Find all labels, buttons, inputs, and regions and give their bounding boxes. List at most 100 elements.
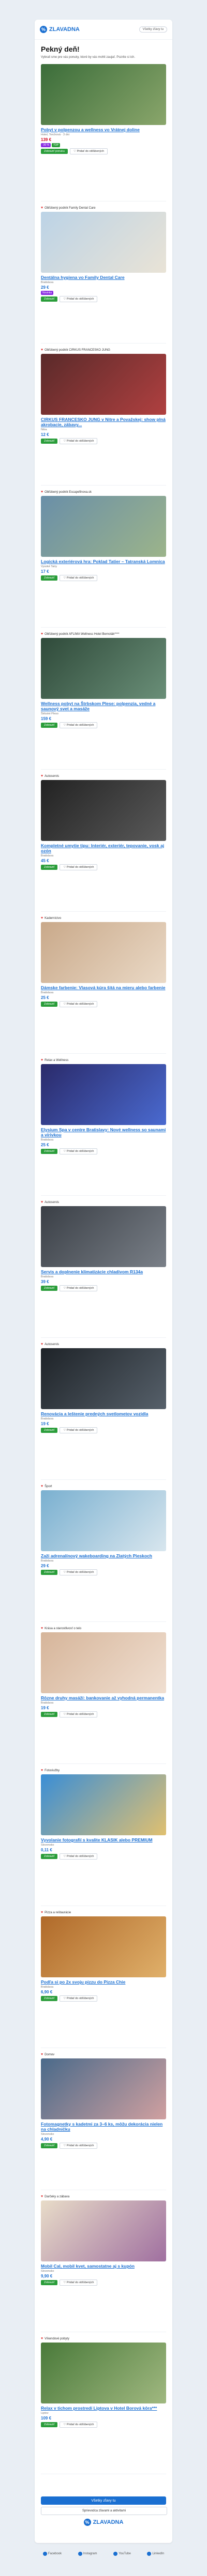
offer-actions: Zobraziť ♡ Pridať do obľúbených <box>41 575 166 582</box>
view-offer-button[interactable]: Zobraziť <box>41 439 58 444</box>
guide-button[interactable]: Sprievodca zľavami a aktivitami <box>41 2507 167 2515</box>
view-offer-button[interactable]: Zobraziť <box>41 575 58 581</box>
offer-title-link[interactable]: Fotomagnetky s kadetmi za 3–6 ks, môžu d… <box>41 2121 166 2132</box>
add-favorite-button[interactable]: ♡ Pridať do obľúbených <box>60 1285 98 1292</box>
view-offer-button[interactable]: Zobraziť <box>41 1286 58 1291</box>
offer-price: 19 € <box>41 1422 49 1427</box>
social-label: Facebook <box>48 2552 62 2555</box>
add-favorite-button[interactable]: ♡ Pridať do obľúbených <box>60 722 98 729</box>
view-offer-button[interactable]: Zobraziť <box>41 865 58 870</box>
offer-partner-label: Obľúbený podnik Family Dental Care <box>45 206 96 210</box>
offer-image[interactable] <box>41 2058 166 2119</box>
offer-item: ♥ Autoservis Renovácia a leštenie predných… <box>41 1342 166 1434</box>
offer-image[interactable] <box>41 1632 166 1693</box>
offer-partner: ♥ Autoservis <box>41 1342 166 1346</box>
add-favorite-button[interactable]: ♡ Pridať do obľúbených <box>60 1995 98 2002</box>
offer-meta: Bratislava <box>41 281 54 285</box>
view-offer-button[interactable]: Zobraziť <box>41 296 58 302</box>
offer-actions: Zobraziť ♡ Pridať do obľúbených <box>41 2280 166 2286</box>
offer-image[interactable] <box>41 638 166 699</box>
all-deals-header-button[interactable]: Všetky zľavy tu <box>139 26 167 33</box>
social-link[interactable]: YouTube <box>113 2552 131 2556</box>
view-offer-button[interactable]: Zobraziť ponuku <box>41 149 68 154</box>
add-favorite-button[interactable]: ♡ Pridať do obľúbených <box>60 2143 98 2149</box>
view-offer-button[interactable]: Zobraziť <box>41 1149 58 1154</box>
add-favorite-button[interactable]: ♡ Pridať do obľúbených <box>60 1001 98 1008</box>
add-favorite-button[interactable]: ♡ Pridať do obľúbených <box>60 1569 98 1576</box>
view-offer-button[interactable]: Zobraziť <box>41 2280 58 2286</box>
add-favorite-button[interactable]: ♡ Pridať do obľúbených <box>60 575 98 582</box>
offer-title-link[interactable]: Renovácia a leštenie predných svetlometo… <box>41 1411 166 1416</box>
offer-image[interactable] <box>41 496 166 557</box>
all-deals-button[interactable]: Všetky zľavy tu <box>41 2496 166 2505</box>
offer-actions: Zobraziť ♡ Pridať do obľúbených <box>41 722 166 729</box>
offer-image[interactable] <box>41 1064 166 1125</box>
social-link[interactable]: LinkedIn <box>147 2552 164 2556</box>
offer-image[interactable] <box>41 780 166 841</box>
footer-logo-text: ZLAVADNA <box>93 2519 124 2525</box>
add-favorite-button[interactable]: ♡ Pridať do obľúbených <box>60 296 98 303</box>
offer-title-link[interactable]: Zaži adrenalínový wakeboarding na Zlatýc… <box>41 1553 166 1558</box>
footer-logo[interactable]: % ZLAVADNA <box>35 2519 172 2526</box>
offer-title-link[interactable]: Relax v tichom prostredí Liptova v Hotel… <box>41 2406 166 2411</box>
offer-actions: Zobraziť ♡ Pridať do obľúbených <box>41 438 166 445</box>
heart-icon: ♥ <box>41 1200 43 1204</box>
offer-meta: Liptov <box>41 2412 49 2415</box>
view-offer-button[interactable]: Zobraziť <box>41 1002 58 1007</box>
add-favorite-button[interactable]: ♡ Pridať do obľúbených <box>60 2422 98 2428</box>
social-link[interactable]: Instagram <box>78 2552 97 2556</box>
add-favorite-button[interactable]: ♡ Pridať do obľúbených <box>60 438 98 445</box>
offer-image[interactable] <box>41 2200 166 2261</box>
view-offer-button[interactable]: Zobraziť <box>41 1428 58 1433</box>
offer-image[interactable] <box>41 212 166 273</box>
add-favorite-button[interactable]: ♡ Pridať do obľúbených <box>60 2280 98 2286</box>
brand-logo[interactable]: % ZLAVADNA <box>40 26 80 33</box>
divider <box>41 1479 166 1480</box>
offer-image[interactable] <box>41 2343 166 2403</box>
view-offer-button[interactable]: Zobraziť <box>41 1854 58 1860</box>
offer-title-link[interactable]: CIRKUS FRANCESKO JUNG v Nitre a Považske… <box>41 417 166 427</box>
view-offer-button[interactable]: Zobraziť <box>41 1996 58 2002</box>
offer-image[interactable] <box>41 922 166 983</box>
offer-actions: Zobraziť ♡ Pridať do obľúbených <box>41 296 166 303</box>
offer-title-link[interactable]: Servis a doplnenie klimatizácie chladivo… <box>41 1269 166 1274</box>
offer-title-link[interactable]: Mobil Cal, mobil kvet, samostatne aj s k… <box>41 2263 166 2269</box>
add-favorite-button[interactable]: ♡ Pridať do obľúbených <box>69 148 108 155</box>
heart-icon: ♥ <box>41 348 43 352</box>
offer-image[interactable] <box>41 354 166 415</box>
offer-title-link[interactable]: Rôzne druhy masáží: bankovanie až vyhodn… <box>41 1695 166 1700</box>
offer-title-link[interactable]: Logická exteriérová hra: Poklad Tatier –… <box>41 559 166 564</box>
offer-title-link[interactable]: Wellness pobyt na Štrbskom Plese: polpen… <box>41 701 166 711</box>
offer-title-link[interactable]: Podľa si po 2x svoju pizzu do Pizza Chie <box>41 1979 166 1985</box>
offer-image[interactable] <box>41 64 166 125</box>
social-link[interactable]: Facebook <box>42 2552 62 2556</box>
social-label: LinkedIn <box>152 2552 165 2555</box>
view-offer-button[interactable]: Zobraziť <box>41 2143 58 2149</box>
view-offer-button[interactable]: Zobraziť <box>41 723 58 728</box>
offer-price: 29 € <box>41 285 49 290</box>
social-links: Facebook Instagram YouTube LinkedIn <box>35 2552 172 2556</box>
add-favorite-button[interactable]: ♡ Pridať do obľúbených <box>60 1711 98 1718</box>
offer-image[interactable] <box>41 1490 166 1551</box>
view-offer-button[interactable]: Zobraziť <box>41 2422 58 2428</box>
offer-partner: ♥ Pizza a reštaurácie <box>41 1911 166 1914</box>
offer-title-link[interactable]: Vyvolanie fotografií s kvalite KLASIK al… <box>41 1837 166 1843</box>
add-favorite-button[interactable]: ♡ Pridať do obľúbených <box>60 1427 98 1434</box>
add-favorite-button[interactable]: ♡ Pridať do obľúbených <box>60 1853 98 1860</box>
view-offer-button[interactable]: Zobraziť <box>41 1712 58 1718</box>
offer-title-link[interactable]: Dentálna hygiena vo Family Dental Care <box>41 275 166 280</box>
offer-title-link[interactable]: Kompletné umytie tipu: Interiér, exterié… <box>41 843 166 853</box>
view-offer-button[interactable]: Zobraziť <box>41 1570 58 1575</box>
offer-title-link[interactable]: Dámske farbenie: Vlasová kúra šitá na mi… <box>41 985 166 990</box>
add-favorite-button[interactable]: ♡ Pridať do obľúbených <box>60 1148 98 1155</box>
offer-image[interactable] <box>41 1774 166 1835</box>
offer-title-link[interactable]: Elysium Spa v centre Bratislavy: Nové we… <box>41 1127 166 1137</box>
offer-image[interactable] <box>41 1916 166 1977</box>
offer-partner-label: Relax a Wellness <box>45 1058 69 1062</box>
offer-image[interactable] <box>41 1348 166 1409</box>
offer-item: ♥ Kaderníctvo Dámske farbenie: Vlasová kúr… <box>41 916 166 1008</box>
offer-title-link[interactable]: Pobyt v polpenzou a wellness vo Vrátnej … <box>41 127 166 132</box>
offer-image[interactable] <box>41 1206 166 1267</box>
offer-item: ♥ Darčeky a zábava Mobil Cal, mobil kvet, … <box>41 2195 166 2286</box>
add-favorite-button[interactable]: ♡ Pridať do obľúbených <box>60 864 98 871</box>
